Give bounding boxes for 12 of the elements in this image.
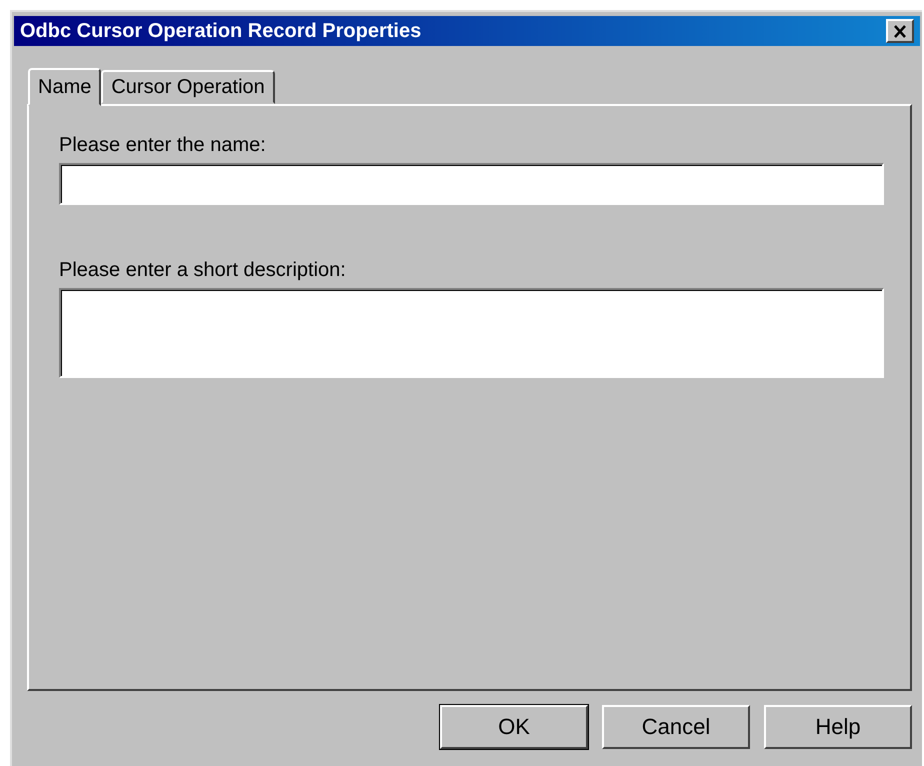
tab[interactable]: Cursor Operation <box>101 70 275 104</box>
close-icon <box>893 24 907 38</box>
description-input-field[interactable] <box>59 288 884 378</box>
field-label: Please enter the name: <box>59 134 267 157</box>
dialog-button[interactable]: OK <box>440 705 588 749</box>
dialog-button[interactable]: Cancel <box>602 705 750 749</box>
window-title: Odbc Cursor Operation Record Properties <box>20 20 422 42</box>
close-button[interactable] <box>886 19 914 43</box>
field-label: Please enter a short description: <box>59 259 347 282</box>
dialog-button[interactable]: Help <box>764 705 912 749</box>
tab[interactable]: Name <box>28 68 102 106</box>
name-input-field[interactable] <box>59 163 884 205</box>
